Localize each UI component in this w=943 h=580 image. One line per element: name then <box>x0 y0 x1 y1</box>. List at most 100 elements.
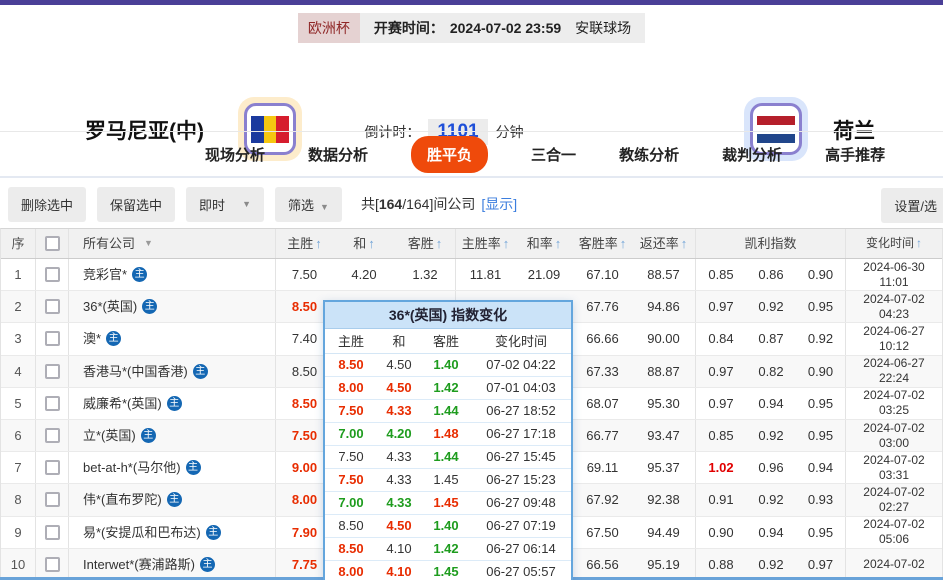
company-cell[interactable]: 威廉希*(英国)主 <box>69 388 276 419</box>
col-header-home-rate[interactable]: 主胜率↑ <box>456 229 515 258</box>
col-header-home-odds[interactable]: 主胜↑ <box>276 229 333 258</box>
col-header-away-rate[interactable]: 客胜率↑ <box>573 229 632 258</box>
kelly-cell: 0.94 <box>746 388 796 419</box>
kelly-cell: 0.90 <box>796 259 846 290</box>
change-date: 2024-07-02 <box>846 421 942 436</box>
popup-history-row: 7.504.331.4406-27 15:45 <box>325 446 571 469</box>
popup-change-time: 06-27 09:48 <box>471 492 571 514</box>
kickoff-time: 2024-07-02 23:59 <box>450 20 561 36</box>
kelly-cell: 0.97 <box>696 356 746 387</box>
row-checkbox[interactable] <box>45 331 60 346</box>
home-badge-icon: 主 <box>186 460 201 475</box>
away-odds-cell[interactable]: 1.32 <box>395 259 456 290</box>
away-rate-cell: 67.50 <box>573 517 632 548</box>
tab-高手推荐[interactable]: 高手推荐 <box>825 144 885 165</box>
col-header-away-odds[interactable]: 客胜↑ <box>395 229 456 258</box>
tab-三合一[interactable]: 三合一 <box>531 144 576 165</box>
popup-change-time: 06-27 18:52 <box>471 400 571 422</box>
kelly-cell: 0.95 <box>796 388 846 419</box>
kelly-cell: 0.84 <box>696 323 746 354</box>
company-name: 伟*(直布罗陀) <box>83 484 162 515</box>
company-cell[interactable]: 立*(英国)主 <box>69 420 276 451</box>
tab-数据分析[interactable]: 数据分析 <box>308 144 368 165</box>
live-odds-dropdown[interactable]: 即时 ▼ <box>186 187 264 222</box>
company-cell[interactable]: 竞彩官*主 <box>69 259 276 290</box>
venue-name: 安联球场 <box>575 18 631 38</box>
row-checkbox[interactable] <box>45 396 60 411</box>
return-rate-cell: 94.86 <box>632 291 696 322</box>
row-checkbox[interactable] <box>45 492 60 507</box>
kelly-cell: 0.92 <box>746 484 796 515</box>
draw-odds-cell[interactable]: 4.20 <box>333 259 395 290</box>
popup-draw-odds: 4.33 <box>377 400 421 422</box>
tab-裁判分析[interactable]: 裁判分析 <box>722 144 782 165</box>
tab-胜平负[interactable]: 胜平负 <box>411 136 488 173</box>
company-cell[interactable]: 伟*(直布罗陀)主 <box>69 484 276 515</box>
kelly-cell: 0.90 <box>796 356 846 387</box>
sort-up-icon: ↑ <box>436 236 443 251</box>
live-odds-dropdown-label: 即时 <box>199 195 225 214</box>
row-number: 4 <box>1 356 36 387</box>
settings-button[interactable]: 设置/选 <box>881 188 943 223</box>
col-header-draw-odds[interactable]: 和↑ <box>333 229 395 258</box>
company-cell[interactable]: Interwet*(赛浦路斯)主 <box>69 549 276 580</box>
col-header-company[interactable]: 所有公司▼ <box>69 229 276 258</box>
company-count-text: 共[164/164]间公司[显示] <box>361 194 517 214</box>
company-cell[interactable]: 澳*主 <box>69 323 276 354</box>
kelly-cell: 1.02 <box>696 452 746 483</box>
home-badge-icon: 主 <box>167 396 182 411</box>
checkbox-icon <box>45 236 60 251</box>
row-checkbox[interactable] <box>45 460 60 475</box>
company-cell[interactable]: bet-at-h*(马尔他)主 <box>69 452 276 483</box>
change-clock: 03:25 <box>846 403 942 418</box>
sort-up-icon: ↑ <box>503 236 510 251</box>
kickoff-label: 开赛时间： <box>374 18 444 38</box>
popup-home-odds: 8.00 <box>325 377 377 399</box>
row-checkbox-cell <box>36 549 69 580</box>
change-time-cell: 2024-06-3011:01 <box>846 259 942 290</box>
popup-home-odds: 7.50 <box>325 446 377 468</box>
keep-selected-button[interactable]: 保留选中 <box>97 187 175 222</box>
change-date: 2024-07-02 <box>846 557 942 572</box>
company-name: 香港马*(中国香港) <box>83 356 188 387</box>
return-rate-cell: 90.00 <box>632 323 696 354</box>
popup-draw-odds: 4.50 <box>377 377 421 399</box>
select-all-checkbox[interactable] <box>36 229 69 258</box>
sort-up-icon: ↑ <box>555 236 562 251</box>
kelly-cell: 0.95 <box>796 291 846 322</box>
popup-away-odds: 1.45 <box>421 561 471 580</box>
col-header-change-time[interactable]: 变化时间↑ <box>846 229 942 258</box>
col-header-return-rate[interactable]: 返还率↑ <box>632 229 696 258</box>
row-checkbox[interactable] <box>45 557 60 572</box>
show-link[interactable]: [显示] <box>481 196 517 212</box>
company-cell[interactable]: 香港马*(中国香港) 主 <box>69 356 276 387</box>
home-odds-cell[interactable]: 7.50 <box>276 259 333 290</box>
home-badge-icon: 主 <box>193 364 208 379</box>
row-checkbox[interactable] <box>45 525 60 540</box>
col-header-draw-rate[interactable]: 和率↑ <box>515 229 573 258</box>
tab-教练分析[interactable]: 教练分析 <box>619 144 679 165</box>
odds-table-header: 序 所有公司▼ 主胜↑ 和↑ 客胜↑ 主胜率↑ 和率↑ 客胜率↑ 返还率↑ 凯利… <box>1 229 942 259</box>
popup-away-odds: 1.44 <box>421 400 471 422</box>
filter-dropdown[interactable]: 筛选▼ <box>275 187 342 222</box>
kelly-cell: 0.97 <box>696 388 746 419</box>
company-name: 立*(英国) <box>83 420 136 451</box>
change-clock: 04:23 <box>846 307 942 322</box>
popup-col-draw: 和 <box>377 329 421 353</box>
delete-selected-button[interactable]: 删除选中 <box>8 187 86 222</box>
change-clock: 22:24 <box>846 371 942 386</box>
tab-现场分析[interactable]: 现场分析 <box>205 144 265 165</box>
company-cell[interactable]: 易*(安提瓜和巴布达)主 <box>69 517 276 548</box>
draw-rate-cell: 21.09 <box>515 259 573 290</box>
company-cell[interactable]: 36*(英国)主 <box>69 291 276 322</box>
kelly-cell: 0.92 <box>746 291 796 322</box>
row-checkbox[interactable] <box>45 267 60 282</box>
popup-draw-odds: 4.20 <box>377 423 421 445</box>
row-checkbox[interactable] <box>45 428 60 443</box>
home-badge-icon: 主 <box>142 299 157 314</box>
kelly-cell: 0.93 <box>796 484 846 515</box>
row-checkbox[interactable] <box>45 299 60 314</box>
chevron-down-icon: ▼ <box>242 199 251 209</box>
table-row: 1竞彩官*主7.504.201.3211.8121.0967.1088.570.… <box>1 259 942 291</box>
row-checkbox[interactable] <box>45 364 60 379</box>
